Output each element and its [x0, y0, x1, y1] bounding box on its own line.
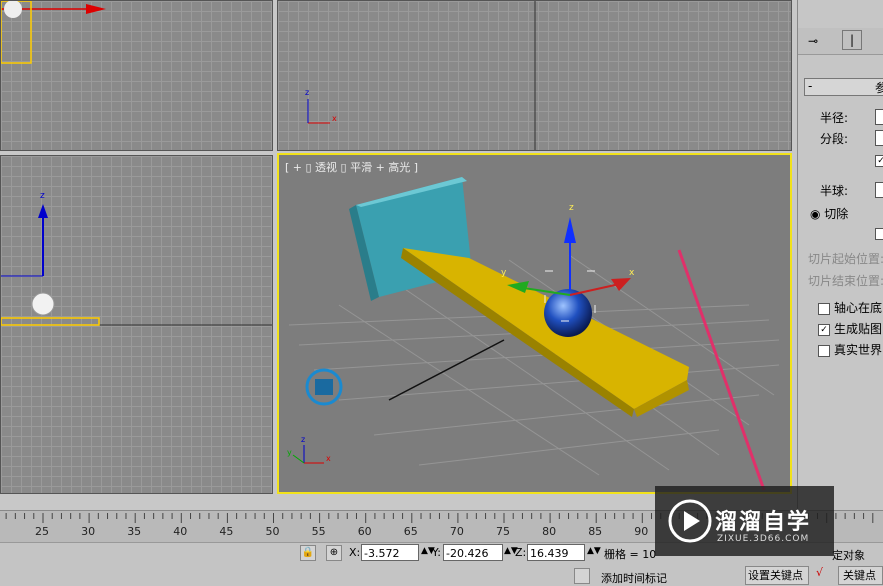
svg-text:y: y [501, 268, 507, 278]
timeline-tick-label: 85 [588, 525, 603, 538]
x-label: X: [349, 546, 361, 559]
timeline-tick-label: 30 [81, 525, 96, 538]
timeline-tick-label: 25 [35, 525, 49, 538]
svg-text:y: y [287, 448, 292, 457]
front-view-content: x z [305, 1, 536, 150]
perspective-scene: z x y x z y [287, 177, 780, 491]
y-label: Y: [432, 546, 441, 559]
viewport-left[interactable]: z [0, 155, 273, 494]
absolute-mode-icon[interactable]: ⊕ [326, 545, 342, 561]
svg-text:x: x [326, 454, 331, 463]
stack-icon[interactable]: | [842, 30, 862, 50]
viewport-top[interactable] [0, 0, 273, 151]
svg-text:z: z [40, 191, 45, 201]
viewport-perspective[interactable]: [ + ▯ 透视 ▯ 平滑 + 高光 ] z x y x z y [277, 153, 792, 494]
z-spinner[interactable]: ▲▼ [587, 546, 601, 556]
timeline-tick-label: 60 [357, 525, 372, 538]
key-filters-button[interactable]: 关键点 [838, 566, 883, 585]
timeline-tick-label: 70 [449, 525, 464, 538]
smooth-checkbox[interactable]: ✓ [875, 155, 883, 167]
timeline-tick-label: 75 [496, 525, 510, 538]
svg-text:z: z [569, 203, 574, 213]
slice-to-label: 切片结束位置: [808, 274, 883, 288]
pin-stack-toolbar: ⊸ | [798, 28, 883, 55]
svg-text:x: x [332, 114, 337, 123]
segments-label: 分段: [820, 132, 849, 146]
hemisphere-field[interactable] [875, 182, 883, 198]
hemisphere-label: 半球: [820, 184, 849, 198]
time-tag-icon[interactable] [574, 568, 590, 584]
lock-selection-icon[interactable]: 🔒 [300, 545, 316, 561]
real-world-checkbox[interactable]: 真实世界 [818, 341, 882, 358]
grid-size-label: 栅格 = 10 [604, 548, 657, 561]
command-panel: ⊸ | - 参 半径: 分段: ✓ 半球: ◉ 切除 切片起始位置: 切片结束位… [797, 0, 883, 530]
radius-field[interactable] [875, 109, 883, 125]
watermark: 溜溜自学 ZIXUE.3D66.COM [655, 486, 834, 556]
y-coordinate-field[interactable]: -20.426 [443, 544, 503, 561]
timeline-tick-label: 40 [173, 525, 188, 538]
timeline-tick-label: 90 [634, 525, 649, 538]
timeline-tick-label: 55 [311, 525, 326, 538]
watermark-url: ZIXUE.3D66.COM [717, 534, 810, 544]
x-coordinate-field[interactable]: -3.572 [361, 544, 419, 561]
pin-icon[interactable]: ⊸ [808, 34, 818, 48]
z-coordinate-field[interactable]: 16.439 [527, 544, 585, 561]
add-time-tag-button[interactable]: 添加时间标记 [601, 570, 667, 586]
gen-mapping-checkbox[interactable]: ✓ 生成贴图 [818, 320, 882, 337]
rollout-title: 参 [875, 79, 883, 96]
plank-object [403, 248, 689, 409]
segments-field[interactable] [875, 130, 883, 146]
svg-text:z: z [301, 435, 305, 444]
base-to-pivot-checkbox[interactable]: 轴心在底 [818, 299, 882, 316]
timeline-tick-label: 80 [542, 525, 557, 538]
viewport-front[interactable]: x z [277, 0, 792, 151]
cut-radio[interactable]: ◉ 切除 [810, 205, 848, 222]
left-view-content: z [1, 191, 272, 326]
watermark-logo [668, 499, 712, 543]
svg-text:x: x [629, 268, 635, 278]
key-icon[interactable]: √ [816, 566, 823, 579]
z-label: Z: [515, 546, 527, 559]
timeline-tick-label: 35 [127, 525, 142, 538]
selected-object-dropdown[interactable]: 定对象 [832, 547, 865, 563]
set-key-button[interactable]: 设置关键点 [745, 566, 809, 585]
timeline-tick-label: 50 [265, 525, 280, 538]
top-view-content [1, 1, 106, 64]
slice-on-checkbox[interactable] [875, 228, 883, 240]
slice-from-label: 切片起始位置: [808, 252, 883, 266]
svg-text:z: z [305, 88, 309, 97]
timeline-tick-label: 45 [219, 525, 234, 538]
timeline-tick-label: 65 [403, 525, 418, 538]
watermark-brand: 溜溜自学 [715, 510, 812, 535]
sphere-object [544, 289, 592, 337]
radius-label: 半径: [820, 111, 849, 125]
rollout-header[interactable]: - 参 [804, 78, 883, 96]
